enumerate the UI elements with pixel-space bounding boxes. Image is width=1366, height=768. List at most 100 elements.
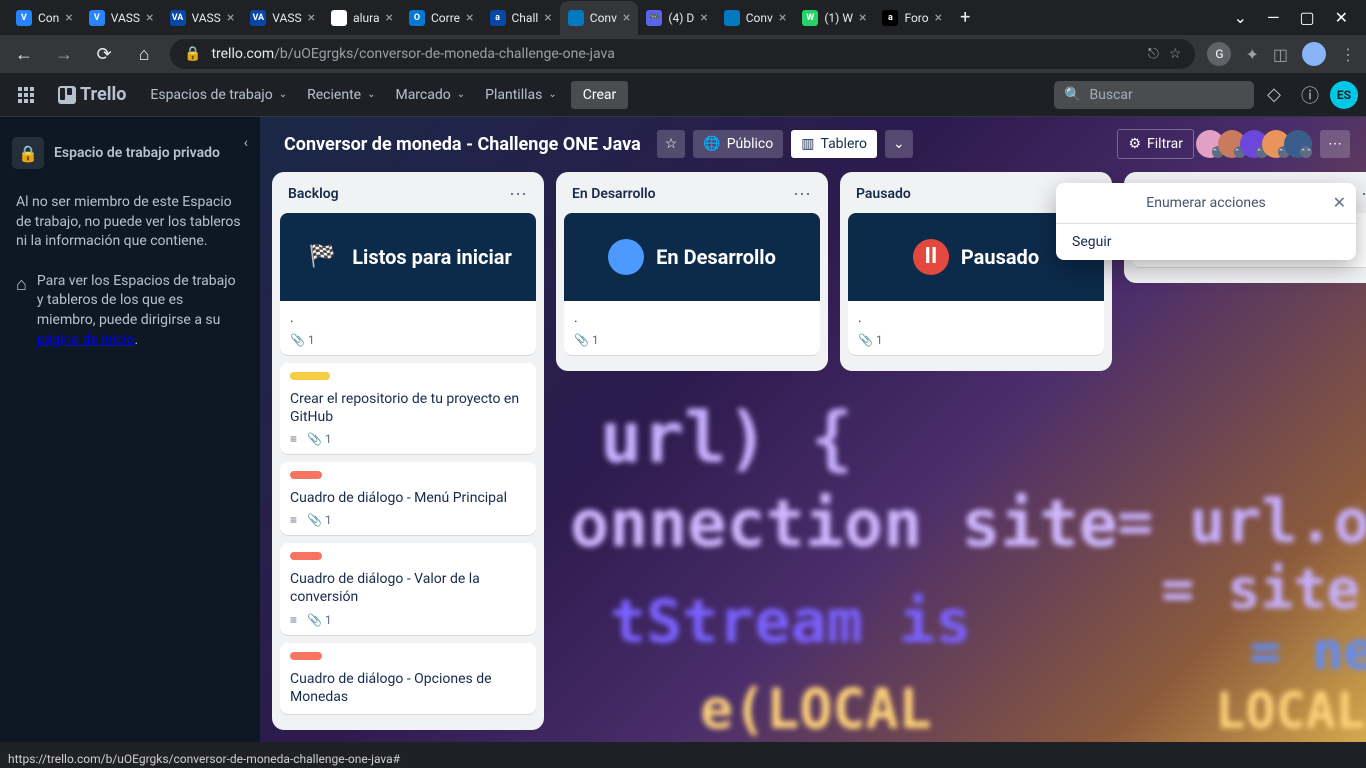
lock-icon: 🔒: [184, 46, 201, 62]
card-cover: 🏁Listos para iniciar: [280, 213, 536, 301]
browser-tab[interactable]: W(1) W×: [794, 1, 874, 35]
profile-badge[interactable]: G: [1207, 42, 1231, 66]
list-menu-button[interactable]: ⋯: [793, 184, 812, 205]
back-button[interactable]: ←: [10, 40, 38, 68]
card-title: .: [858, 309, 1094, 327]
header-nav-item[interactable]: Reciente ⌄: [297, 81, 385, 109]
notifications-icon[interactable]: ◇: [1258, 79, 1290, 111]
browser-tab[interactable]: VAVASS×: [162, 1, 243, 35]
list-title[interactable]: Pausado: [856, 186, 1077, 202]
tab-favicon: a: [882, 10, 898, 26]
browser-tab[interactable]: Galura×: [323, 1, 401, 35]
list-title[interactable]: En Desarrollo: [572, 186, 793, 202]
popover-item[interactable]: Seguir: [1056, 224, 1356, 260]
attachment-badge: 📎 1: [574, 333, 599, 347]
home-button[interactable]: ⌂: [130, 40, 158, 68]
attachment-badge: 📎 1: [307, 513, 332, 527]
sidebar-collapse[interactable]: ‹: [244, 135, 248, 151]
create-button[interactable]: Crear: [571, 81, 629, 109]
tab-close-icon[interactable]: ×: [65, 10, 72, 26]
tab-close-icon[interactable]: ×: [779, 10, 786, 26]
list-menu-button[interactable]: ⋯: [509, 184, 528, 205]
popover-header: Enumerar acciones ✕: [1056, 183, 1356, 224]
tab-close-icon[interactable]: ×: [544, 10, 551, 26]
home-link[interactable]: página de inicio: [37, 332, 135, 348]
star-icon[interactable]: ☆: [1169, 46, 1182, 62]
card[interactable]: Cuadro de diálogo - Valor de la conversi…: [280, 543, 536, 634]
visibility-button[interactable]: 🌐Público: [693, 130, 783, 158]
card-label[interactable]: [290, 372, 330, 380]
header-nav-item[interactable]: Plantillas ⌄: [475, 81, 567, 109]
browser-tab[interactable]: VCon×: [8, 1, 81, 35]
description-icon: ≡: [290, 613, 297, 627]
extensions-icon[interactable]: ✦: [1245, 45, 1258, 64]
apps-switcher[interactable]: [8, 81, 44, 109]
tab-close-icon[interactable]: ×: [466, 10, 473, 26]
view-switcher-dropdown[interactable]: ⌄: [885, 130, 913, 158]
profile-avatar-icon[interactable]: [1302, 42, 1326, 66]
close-window-icon[interactable]: ✕: [1335, 8, 1348, 27]
user-avatar[interactable]: ES: [1330, 81, 1358, 109]
list: En Desarrollo⋯ En Desarrollo.📎 1: [556, 172, 828, 371]
browser-tab[interactable]: Conv×: [716, 1, 795, 35]
star-board-button[interactable]: ☆: [657, 130, 686, 158]
search-input[interactable]: 🔍 Buscar: [1054, 81, 1254, 109]
card-badges: 📎 1: [290, 333, 526, 347]
chevron-down-icon: ⌄: [367, 89, 375, 100]
card-label[interactable]: [290, 552, 322, 560]
reload-button[interactable]: ⟳: [90, 40, 118, 68]
card[interactable]: Crear el repositorio de tu proyecto en G…: [280, 363, 536, 454]
menu-icon[interactable]: ⋮: [1340, 45, 1356, 64]
sidepanel-icon[interactable]: ◫: [1273, 45, 1288, 64]
board-menu-button[interactable]: ⋯: [1320, 130, 1350, 158]
tab-favicon: [568, 10, 584, 26]
list-title[interactable]: Backlog: [288, 186, 509, 202]
card[interactable]: Cuadro de diálogo - Opciones de Monedas: [280, 643, 536, 714]
browser-tab[interactable]: a Foro ×: [874, 1, 950, 35]
forward-button[interactable]: →: [50, 40, 78, 68]
header-nav-item[interactable]: Espacios de trabajo ⌄: [140, 81, 297, 109]
list-menu-button[interactable]: ⋯: [1361, 184, 1366, 205]
cover-icon: [608, 239, 644, 275]
filter-button[interactable]: ⚙Filtrar: [1117, 129, 1194, 159]
tab-close-icon[interactable]: ×: [935, 10, 942, 26]
description-icon: ≡: [290, 513, 297, 527]
chevron-down-icon[interactable]: ⌄: [1234, 8, 1247, 27]
tab-close-icon[interactable]: ×: [227, 10, 234, 26]
browser-tab[interactable]: 🎮(4) D×: [638, 1, 715, 35]
member-avatars[interactable]: ⌃⌃⌃⌃⌃⌃⌃⌃⌃⌃: [1202, 130, 1312, 158]
board-name[interactable]: Conversor de moneda - Challenge ONE Java: [276, 134, 649, 155]
card[interactable]: 🏁Listos para iniciar.📎 1: [280, 213, 536, 355]
share-icon[interactable]: ⎋: [1148, 46, 1159, 62]
tab-title: Corre: [431, 11, 460, 25]
view-switcher-button[interactable]: ▥Tablero: [791, 130, 877, 158]
new-tab-button[interactable]: +: [950, 3, 980, 32]
browser-tab[interactable]: VVASS×: [81, 1, 162, 35]
tab-close-icon[interactable]: ×: [308, 10, 315, 26]
browser-tab[interactable]: VAVASS×: [242, 1, 323, 35]
browser-tab[interactable]: Conv×: [560, 1, 639, 35]
card-label[interactable]: [290, 652, 322, 660]
tab-title: alura: [353, 11, 379, 25]
tab-favicon: W: [802, 10, 818, 26]
maximize-icon[interactable]: ▢: [1299, 8, 1314, 27]
header-nav-item[interactable]: Marcado ⌄: [385, 81, 475, 109]
help-icon[interactable]: ⓘ: [1294, 79, 1326, 111]
card[interactable]: En Desarrollo.📎 1: [564, 213, 820, 355]
tab-close-icon[interactable]: ×: [700, 10, 707, 26]
tab-title: Foro: [904, 11, 928, 25]
card[interactable]: Cuadro de diálogo - Menú Principal ≡ 📎 1: [280, 462, 536, 535]
tab-close-icon[interactable]: ×: [146, 10, 153, 26]
browser-tab[interactable]: OCorre×: [401, 1, 482, 35]
trello-logo[interactable]: Trello: [48, 78, 136, 111]
close-icon[interactable]: ✕: [1333, 193, 1346, 212]
member-avatar[interactable]: ⌃⌃: [1284, 130, 1312, 158]
minimize-icon[interactable]: —: [1267, 8, 1280, 27]
card-label[interactable]: [290, 471, 322, 479]
browser-tab[interactable]: aChall×: [482, 1, 560, 35]
url-field[interactable]: 🔒 trello.com/b/uOEgrgks/conversor-de-mon…: [170, 39, 1195, 69]
tab-close-icon[interactable]: ×: [859, 10, 866, 26]
tab-close-icon[interactable]: ×: [385, 10, 392, 26]
card-title: Cuadro de diálogo - Menú Principal: [290, 489, 526, 507]
tab-close-icon[interactable]: ×: [623, 10, 630, 26]
